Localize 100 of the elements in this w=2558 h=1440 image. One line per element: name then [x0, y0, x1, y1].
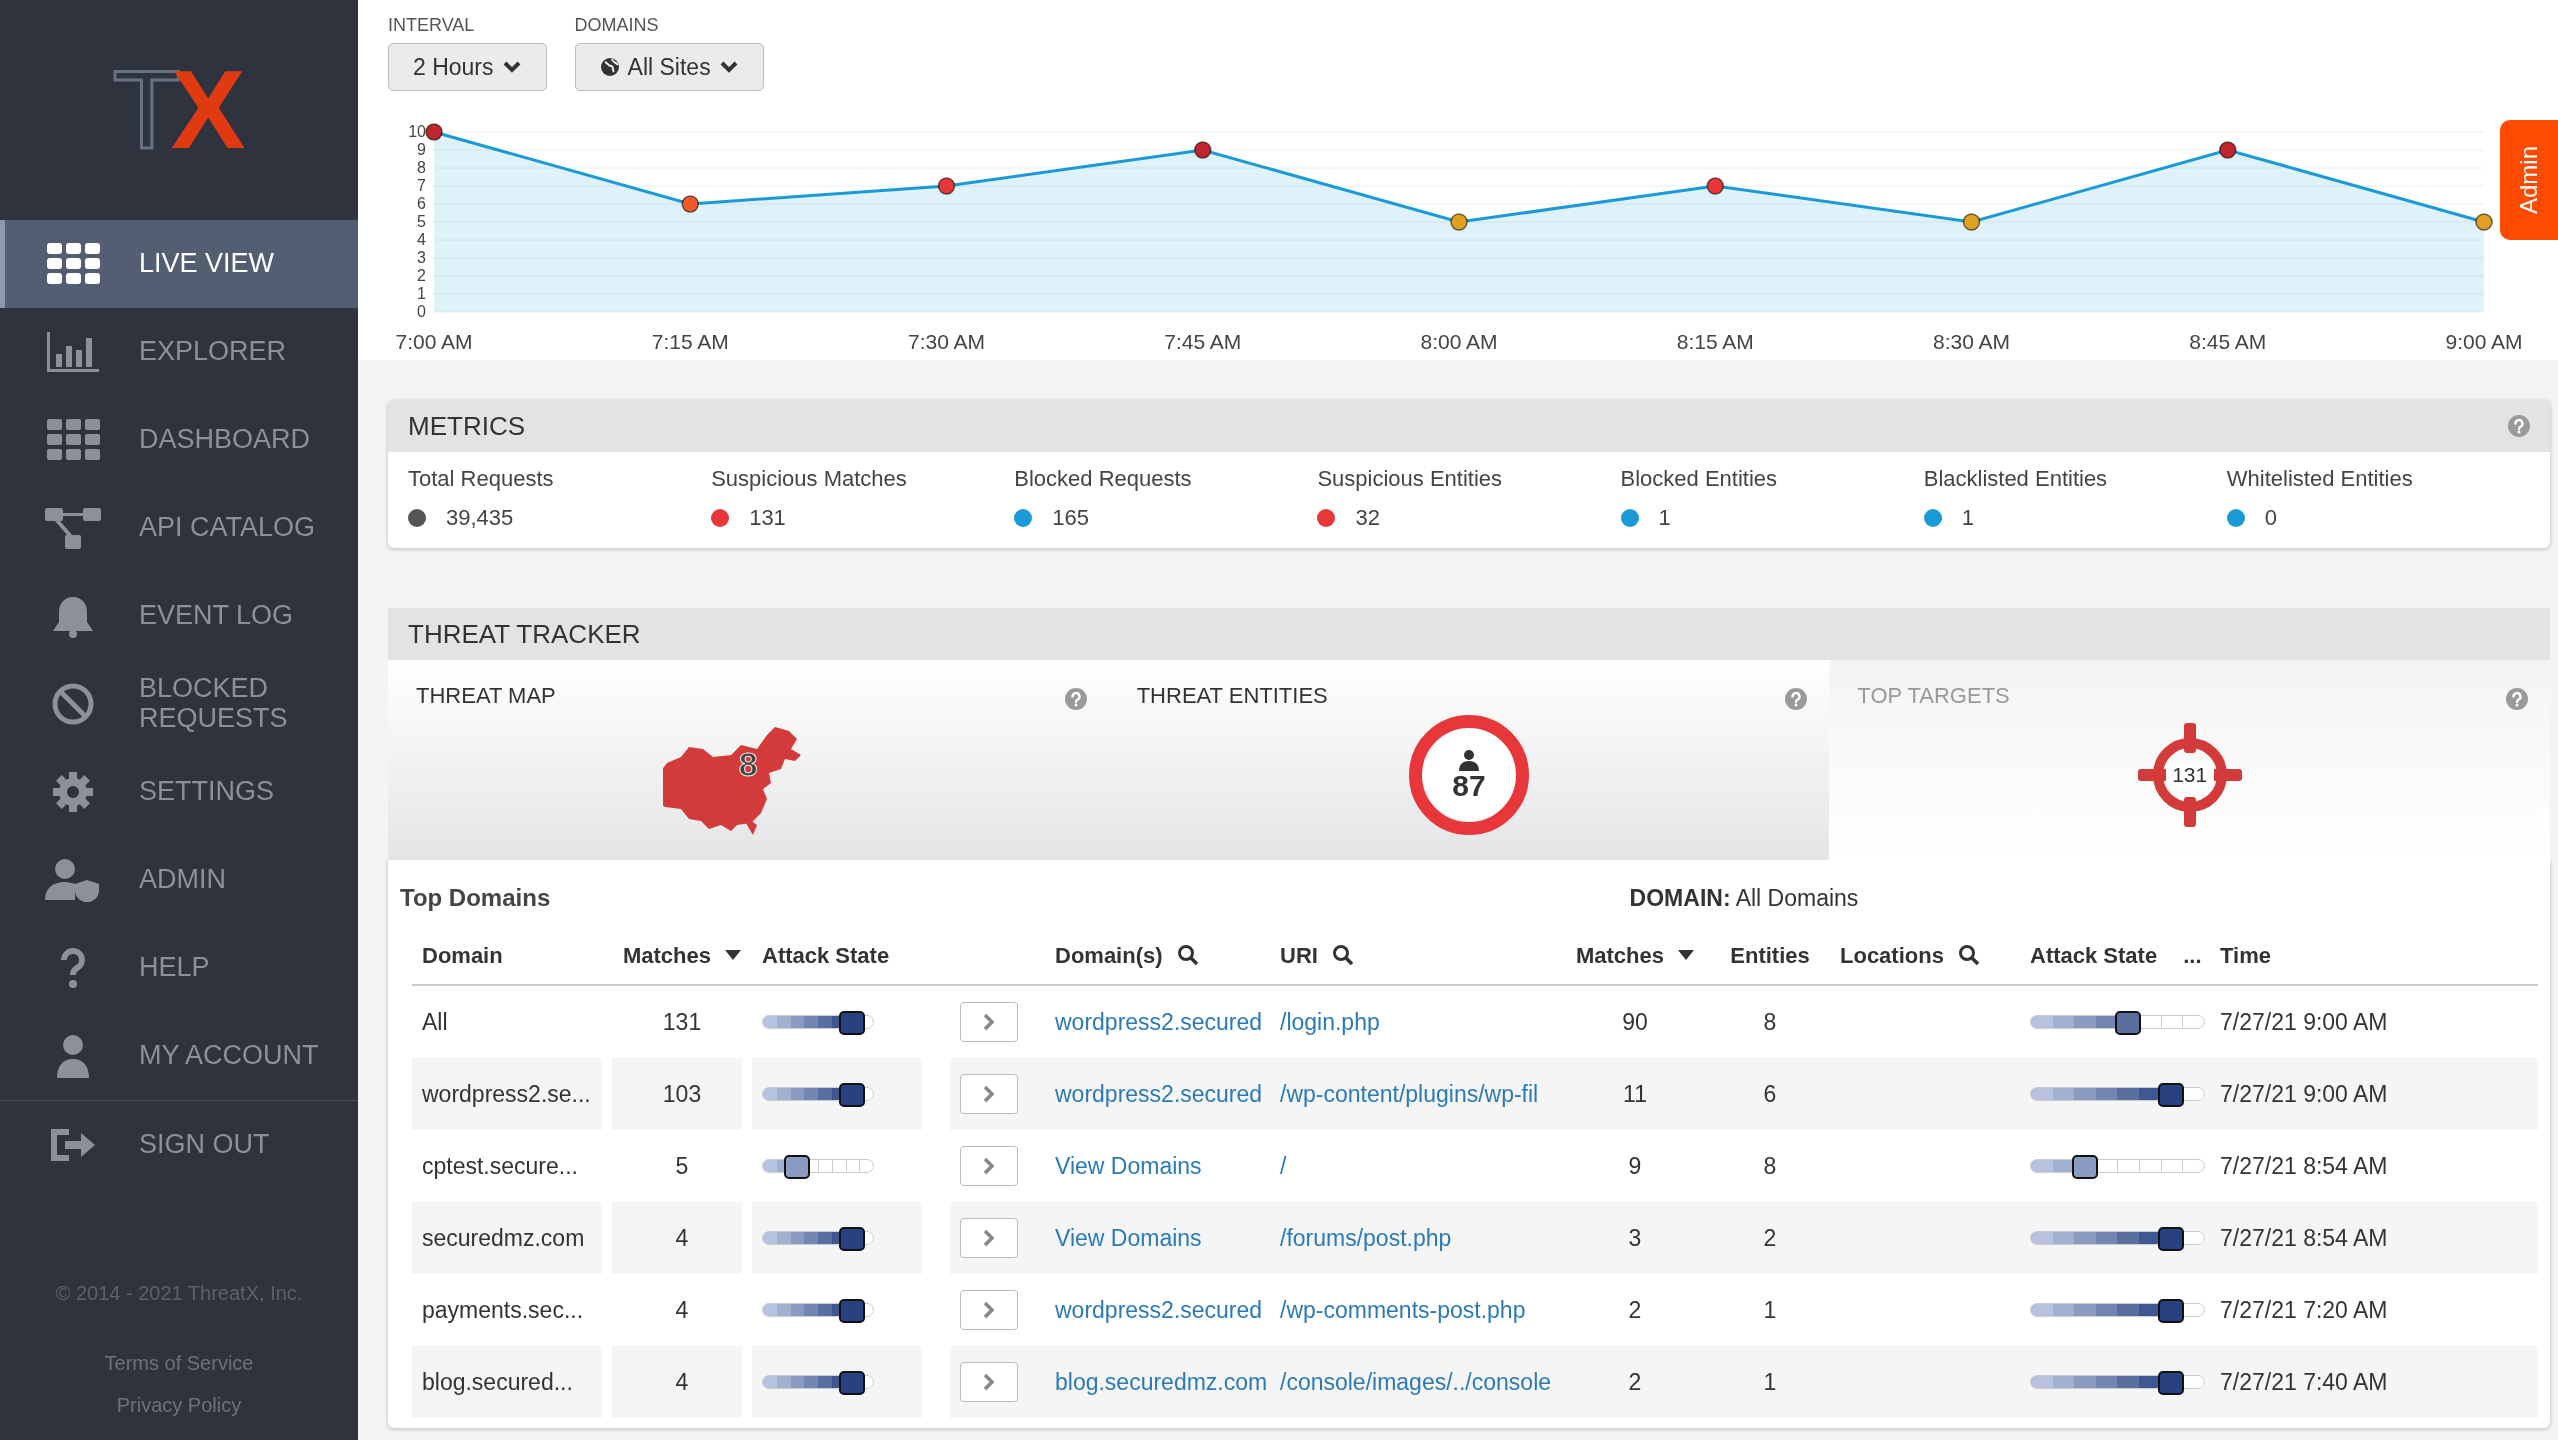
table-cell-text: 8: [1763, 1007, 1777, 1037]
uri-link[interactable]: /wp-comments-post.php: [1280, 1292, 1526, 1328]
nav-item[interactable]: API CATALOG: [0, 484, 358, 572]
metric-label: Blocked Entities: [1620, 465, 1779, 493]
axis-label: 4: [417, 231, 426, 248]
domain-link[interactable]: blog.securedmz.com: [1055, 1364, 1268, 1400]
axis-label: 5: [417, 213, 426, 230]
expand-button[interactable]: [960, 1290, 1018, 1330]
table-cell-text: 4: [675, 1295, 689, 1325]
table-cell-text: 7/27/21 9:00 AM: [2220, 1079, 2388, 1109]
data-point: [1962, 213, 1981, 231]
nav-item[interactable]: LIVE VIEW: [0, 220, 358, 308]
domain-link[interactable]: View Domains: [1055, 1220, 1202, 1256]
tracker-panel[interactable]: THREAT ENTITIES 87: [1108, 660, 1830, 860]
metric-value: 165: [1052, 504, 1089, 532]
axis-label: 8:15 AM: [1676, 330, 1754, 353]
section-title: Top Domains: [400, 883, 552, 913]
metric-value: 0: [2264, 504, 2278, 532]
expand-button[interactable]: [960, 1146, 1018, 1186]
bar-chart-icon: [45, 330, 101, 374]
axis-label: 7:30 AM: [907, 330, 986, 353]
dropdown-button[interactable]: All Sites: [574, 43, 764, 91]
table-cell-text: securedmz.com: [422, 1223, 585, 1253]
axis-label: 6: [417, 195, 426, 212]
expand-button[interactable]: [960, 1362, 1018, 1402]
column-menu[interactable]: ...: [2183, 938, 2202, 972]
chevron-right-icon: [982, 1300, 996, 1320]
help-icon: [2508, 415, 2530, 437]
expand-button[interactable]: [960, 1218, 1018, 1258]
metric-value: 131: [749, 504, 786, 532]
nav-item[interactable]: DASHBOARD: [0, 396, 358, 484]
nav-item[interactable]: MY ACCOUNT: [0, 1012, 358, 1100]
column-header: Attack State: [2030, 941, 2158, 970]
table-cell-text: All: [422, 1007, 448, 1037]
data-point: [681, 195, 699, 213]
nav-item[interactable]: BLOCKED REQUESTS: [0, 660, 358, 748]
nav-item[interactable]: EVENT LOG: [0, 572, 358, 660]
nav-item[interactable]: ADMIN: [0, 836, 358, 924]
panel-title: TOP TARGETS: [1857, 683, 2010, 708]
grid-icon: [45, 242, 101, 286]
table-cell-text: 8: [1763, 1151, 1777, 1181]
axis-label: 9: [417, 141, 426, 158]
threat-count: 8: [738, 743, 758, 784]
table-cell-text: 2: [1628, 1367, 1642, 1397]
metric-label: Suspicious Entities: [1317, 465, 1504, 493]
table-cell-text: blog.secured...: [422, 1367, 573, 1397]
data-point: [937, 177, 956, 195]
data-point: [1706, 177, 1724, 195]
dropdown-button[interactable]: 2 Hours: [388, 43, 547, 91]
uri-link[interactable]: /login.php: [1280, 1004, 1380, 1040]
axis-label: 3: [417, 249, 426, 266]
chevron-right-icon: [982, 1372, 996, 1392]
help-icon: [1064, 688, 1087, 710]
column-header: Domain: [422, 941, 503, 970]
axis-label: 10: [408, 123, 426, 140]
footer-link[interactable]: Privacy Policy: [0, 1390, 358, 1420]
admin-tab[interactable]: Admin: [2500, 120, 2558, 240]
metric-value: 32: [1355, 504, 1380, 532]
table-cell-text: 7/27/21 9:00 AM: [2220, 1007, 2388, 1037]
logo: TX: [112, 54, 246, 166]
user-shield-icon: [45, 858, 101, 902]
table-cell-text: 103: [662, 1079, 702, 1109]
chevron-down-icon: [501, 60, 522, 74]
table-cell-text: 7/27/21 7:40 AM: [2220, 1367, 2388, 1397]
expand-button[interactable]: [960, 1074, 1018, 1114]
entity-count: 87: [1452, 770, 1486, 801]
expand-button[interactable]: [960, 1002, 1018, 1042]
tracker-panel[interactable]: THREAT MAP 8: [388, 660, 1109, 860]
metric-label: Whitelisted Entities: [2226, 465, 2414, 493]
metric-label: Suspicious Matches: [711, 465, 908, 493]
uri-link[interactable]: /: [1280, 1148, 1287, 1184]
axis-label: 7:45 AM: [1164, 330, 1242, 353]
nav-item[interactable]: SETTINGS: [0, 748, 358, 836]
column-header: Matches: [622, 941, 711, 970]
domain-link[interactable]: wordpress2.secured: [1055, 1076, 1263, 1112]
uri-link[interactable]: /forums/post.php: [1280, 1220, 1452, 1256]
data-point: [425, 123, 443, 141]
globe-icon: [599, 57, 620, 77]
footer-link[interactable]: Terms of Service: [0, 1348, 358, 1378]
domain-link[interactable]: wordpress2.secured: [1055, 1004, 1263, 1040]
axis-label: 0: [417, 303, 426, 320]
column-header: Entities: [1730, 941, 1810, 970]
filter-label: INTERVAL: [388, 14, 476, 37]
axis-label: 8: [417, 159, 426, 176]
panel-title: THREAT ENTITIES: [1136, 683, 1328, 708]
target-count: 131: [2172, 761, 2208, 788]
nav-item[interactable]: EXPLORER: [0, 308, 358, 396]
axis-label: 7:00 AM: [395, 330, 473, 353]
uri-link[interactable]: /wp-content/plugins/wp-fil: [1280, 1076, 1539, 1112]
column-header: URI: [1280, 941, 1318, 970]
uri-link[interactable]: /console/images/../console: [1280, 1364, 1552, 1400]
panel-title: THREAT MAP: [416, 683, 556, 708]
domain-link[interactable]: View Domains: [1055, 1148, 1202, 1184]
nav-item[interactable]: SIGN OUT: [0, 1101, 358, 1189]
domain-link[interactable]: wordpress2.secured: [1055, 1292, 1263, 1328]
nav-item[interactable]: HELP: [0, 924, 358, 1012]
table-cell-text: 3: [1628, 1223, 1642, 1253]
dashboard-icon: [45, 418, 101, 462]
filter-label: DOMAINS: [574, 14, 660, 37]
chevron-right-icon: [982, 1012, 996, 1032]
